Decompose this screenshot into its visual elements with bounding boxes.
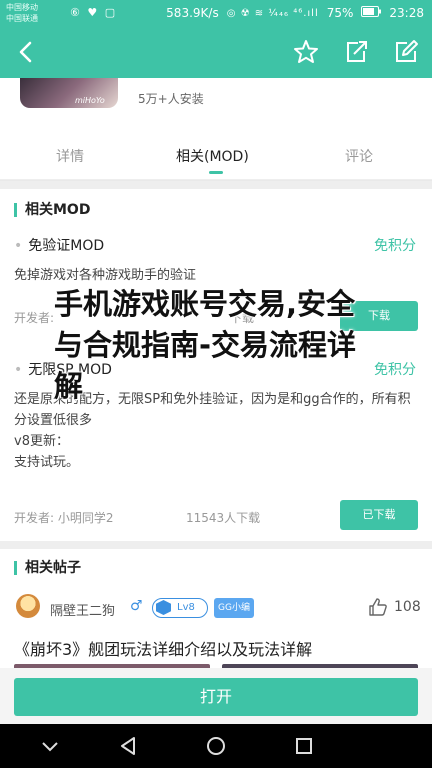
install-count: 5万+人安装 [138, 92, 204, 106]
menu-down-button[interactable] [36, 732, 64, 760]
post-header[interactable]: 隔壁王二狗 ♂ Lv8 GG小编 108 [0, 588, 432, 628]
carrier-2: 中国联通 [6, 14, 38, 23]
mod-downloaded-button[interactable]: 已下载 [340, 500, 418, 530]
post-title[interactable]: 《崩坏3》舰团玩法详细介绍以及玩法详解 [14, 636, 312, 660]
group-badge: GG小编 [214, 598, 254, 618]
recents-nav-button[interactable] [290, 732, 318, 760]
divider [0, 541, 432, 549]
status-bar: 中国移动 中国联通 ⑥ ♥ ▢ 583.9K/s ◎ ☢ ≋ ¼₄₆ ⁴⁶.ıl… [0, 0, 432, 28]
carrier-1: 中国移动 [6, 3, 38, 12]
male-icon: ♂ [130, 598, 143, 614]
overlay-title: 手机游戏账号交易,安全与合规指南-交易流程详解 [54, 287, 357, 403]
share-button[interactable] [342, 38, 370, 66]
like-count: 108 [394, 599, 421, 615]
back-nav-button[interactable] [114, 732, 142, 760]
tab-related-mod[interactable]: 相关(MOD) [176, 146, 249, 166]
thumbs-up-icon [369, 598, 387, 616]
mod-item-developer: 开发者: 小明同学2 [14, 511, 114, 525]
home-nav-button[interactable] [202, 732, 230, 760]
divider [0, 181, 432, 189]
back-button[interactable] [8, 34, 44, 70]
clock: 23:28 [389, 6, 424, 20]
network-speed: 583.9K/s [166, 6, 219, 20]
app-thumbnail: miHoYo [20, 78, 118, 108]
menu-down-icon [42, 742, 58, 752]
signal-icons: ◎ ☢ ≋ ¼₄₆ ⁴⁶.ıll [226, 7, 319, 19]
mod-section-title: 相关MOD [14, 203, 90, 217]
recents-nav-icon [296, 738, 312, 754]
back-nav-icon [121, 737, 135, 755]
battery-icon [361, 6, 382, 20]
mod-item-downloads: 11543人下载 [186, 511, 261, 525]
share-icon [347, 41, 367, 62]
carrier-labels: 中国移动 中国联通 [6, 2, 38, 24]
mod-item-name[interactable]: 免验证MOD [14, 235, 104, 255]
edit-icon [396, 40, 418, 62]
open-button[interactable]: 打开 [14, 678, 418, 716]
chevron-left-icon [19, 41, 32, 63]
edit-button[interactable] [392, 38, 420, 66]
level-label: Lv8 [177, 602, 195, 613]
mod-item-developer: 开发者: [14, 311, 55, 325]
battery-level: 75% [326, 6, 354, 20]
posts-section-title: 相关帖子 [14, 561, 81, 575]
like-button[interactable] [368, 597, 388, 617]
tab-bar: 详情 相关(MOD) 评论 [0, 130, 432, 180]
home-nav-icon [207, 737, 225, 755]
bottom-action-bar: 打开 [0, 668, 432, 724]
app-info: miHoYo 5万+人安装 [0, 78, 432, 130]
level-badge: Lv8 [152, 598, 208, 618]
mod-item-price: 免积分 [374, 238, 416, 254]
favorite-button[interactable] [292, 38, 320, 66]
app-bar [0, 28, 432, 78]
star-icon [294, 40, 318, 63]
status-right: 583.9K/s ◎ ☢ ≋ ¼₄₆ ⁴⁶.ıll 75% 23:28 [166, 6, 424, 20]
system-nav-bar [0, 724, 432, 768]
active-tab-indicator [209, 171, 223, 174]
mod-item-desc: 免掉游戏对各种游戏助手的验证 [14, 268, 197, 283]
notification-icons: ⑥ ♥ ▢ [70, 6, 118, 19]
shield-icon [156, 600, 171, 615]
tab-comments[interactable]: 评论 [345, 146, 373, 166]
tab-details[interactable]: 详情 [56, 146, 84, 166]
publisher-logo: miHoYo [75, 96, 105, 105]
poster-name[interactable]: 隔壁王二狗 [50, 600, 115, 619]
avatar[interactable] [16, 594, 40, 618]
